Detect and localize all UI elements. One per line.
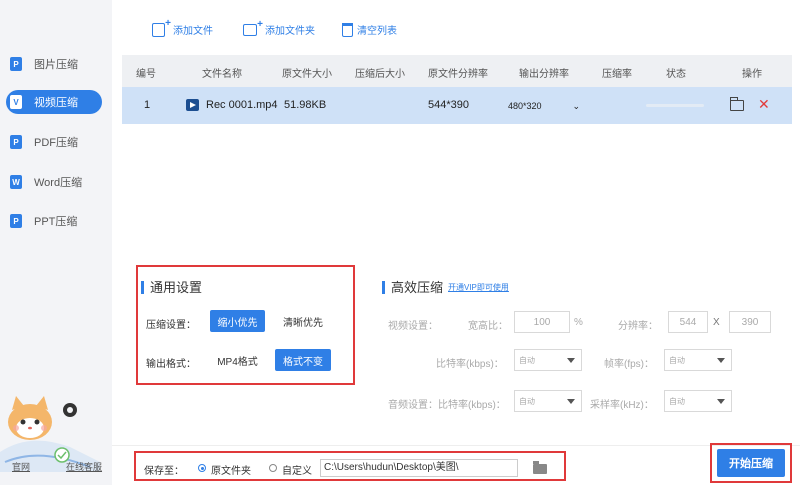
sidebar-item-image-compress[interactable]: P 图片压缩: [6, 52, 102, 76]
vip-unlock-link[interactable]: 开通VIP即可使用: [448, 282, 509, 293]
resolution-label: 分辨率：: [618, 321, 658, 332]
chevron-down-icon: ⌄: [572, 101, 580, 111]
online-support-link[interactable]: 在线客服: [66, 460, 102, 473]
bitrate-select[interactable]: 自动: [514, 349, 582, 371]
image-file-icon: P: [10, 57, 22, 71]
mp4-format-button[interactable]: MP4格式: [210, 349, 265, 371]
fps-select[interactable]: 自动: [664, 349, 732, 371]
sidebar-item-ppt-compress[interactable]: P PPT压缩: [6, 209, 102, 233]
col-orig-size: 原文件大小: [282, 69, 332, 80]
col-status: 状态: [666, 69, 686, 80]
main-panel: 添加文件 添加文件夹 清空列表 编号 文件名称 原文件大小 压缩后大小 原文件分…: [112, 0, 800, 485]
sample-rate-select[interactable]: 自动: [664, 390, 732, 412]
compress-setting-label: 压缩设置：: [146, 320, 196, 331]
custom-folder-label[interactable]: 自定义: [282, 462, 312, 477]
add-folder-icon: [243, 19, 263, 36]
audio-bitrate-value: 自动: [519, 396, 535, 406]
sample-rate-value: 自动: [669, 396, 685, 406]
status-progress-bar: [646, 104, 704, 107]
browse-folder-icon[interactable]: [533, 461, 547, 474]
output-resolution-value: 480*320: [508, 101, 542, 111]
sidebar-item-label: 图片压缩: [34, 59, 78, 71]
aspect-ratio-label: 宽高比：: [468, 321, 508, 332]
save-path-input[interactable]: C:\Users\hudun\Desktop\美图\: [320, 459, 518, 477]
aspect-ratio-unit: %: [574, 317, 583, 328]
col-index: 编号: [136, 69, 156, 80]
clarity-priority-button[interactable]: 清晰优先: [275, 310, 331, 332]
video-setting-label: 视频设置：: [388, 321, 438, 332]
col-actions: 操作: [742, 69, 762, 80]
col-ratio: 压缩率: [602, 69, 632, 80]
output-resolution-select[interactable]: 480*320 ⌄: [506, 97, 586, 115]
bitrate-value: 自动: [519, 355, 535, 365]
audio-setting-label: 音频设置：比特率(kbps)：: [388, 400, 506, 411]
row-index: 1: [144, 99, 151, 111]
col-output-res: 输出分辨率: [519, 69, 569, 80]
word-file-icon: W: [10, 175, 22, 189]
col-comp-size: 压缩后大小: [355, 69, 405, 80]
add-folder-label: 添加文件夹: [265, 26, 315, 37]
save-to-label: 保存至：: [144, 466, 184, 477]
add-file-icon: [152, 18, 171, 37]
open-folder-icon[interactable]: [729, 97, 744, 111]
add-file-button[interactable]: 添加文件: [152, 18, 213, 37]
fps-value: 自动: [669, 355, 685, 365]
row-orig-res: 544*390: [428, 99, 469, 111]
col-filename: 文件名称: [202, 69, 242, 80]
table-row[interactable]: 1 Rec 0001.mp4 51.98KB 544*390 480*320 ⌄…: [122, 87, 792, 124]
sidebar-item-pdf-compress[interactable]: P PDF压缩: [6, 130, 102, 154]
sidebar-item-word-compress[interactable]: W Word压缩: [6, 170, 102, 194]
bitrate-label: 比特率(kbps)：: [436, 359, 504, 370]
toolbar: 添加文件 添加文件夹 清空列表: [112, 0, 800, 55]
original-folder-label[interactable]: 原文件夹: [211, 462, 251, 477]
aspect-ratio-input[interactable]: 100: [514, 311, 570, 333]
resolution-height-input[interactable]: 390: [729, 311, 771, 333]
trash-icon: [342, 22, 353, 37]
add-folder-button[interactable]: 添加文件夹: [243, 19, 315, 37]
resolution-separator: X: [713, 317, 720, 328]
sidebar-item-label: Word压缩: [34, 177, 83, 189]
start-compress-button[interactable]: 开始压缩: [717, 449, 785, 477]
row-orig-size: 51.98KB: [284, 99, 327, 111]
efficient-compress-title: 高效压缩: [382, 281, 443, 294]
ppt-file-icon: P: [10, 214, 22, 228]
save-bar: 保存至： 原文件夹 自定义 C:\Users\hudun\Desktop\美图\…: [112, 443, 800, 485]
row-filename: Rec 0001.mp4: [206, 99, 278, 111]
pdf-file-icon: P: [10, 135, 22, 149]
sample-rate-label: 采样率(kHz)：: [590, 400, 654, 411]
custom-folder-radio[interactable]: [269, 464, 277, 472]
sidebar-item-label: 视频压缩: [34, 97, 78, 109]
resolution-width-input[interactable]: 544: [668, 311, 708, 333]
video-play-icon: [186, 99, 199, 111]
clear-list-label: 清空列表: [357, 26, 397, 37]
fps-label: 帧率(fps)：: [604, 359, 654, 370]
file-table-header: 编号 文件名称 原文件大小 压缩后大小 原文件分辨率 输出分辨率 压缩率 状态 …: [122, 55, 792, 87]
audio-bitrate-select[interactable]: 自动: [514, 390, 582, 412]
sidebar-item-label: PPT压缩: [34, 216, 78, 228]
dropdown-arrow-icon: [717, 358, 725, 363]
original-folder-radio[interactable]: [198, 464, 206, 472]
output-format-label: 输出格式：: [146, 359, 196, 370]
sidebar-item-label: PDF压缩: [34, 137, 78, 149]
clear-list-button[interactable]: 清空列表: [342, 22, 397, 37]
col-orig-res: 原文件分辨率: [428, 69, 488, 80]
sidebar-item-video-compress[interactable]: V 视频压缩: [6, 90, 102, 114]
shrink-priority-button[interactable]: 缩小优先: [210, 310, 265, 332]
dropdown-arrow-icon: [567, 399, 575, 404]
keep-format-button[interactable]: 格式不变: [275, 349, 331, 371]
general-settings-title: 通用设置: [141, 281, 202, 294]
delete-icon[interactable]: ✕: [758, 96, 770, 113]
sidebar: P 图片压缩 V 视频压缩 P PDF压缩 W Word压缩 P PPT压缩 官…: [0, 0, 112, 485]
dropdown-arrow-icon: [567, 358, 575, 363]
official-site-link[interactable]: 官网: [12, 460, 30, 473]
video-file-icon: V: [10, 95, 22, 109]
dropdown-arrow-icon: [717, 399, 725, 404]
add-file-label: 添加文件: [173, 26, 213, 37]
